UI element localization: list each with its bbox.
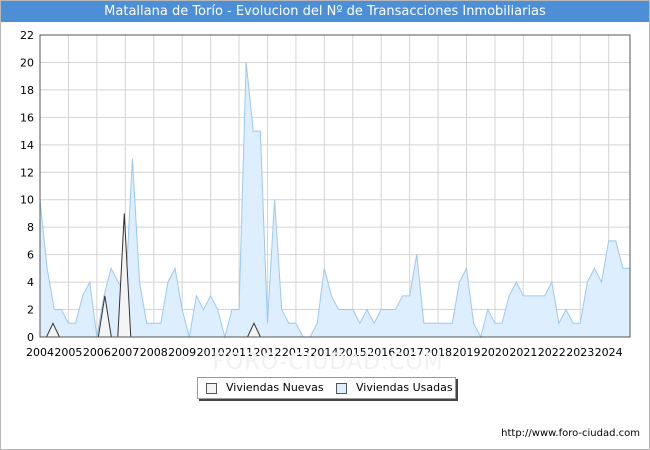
x-tick-label: 2004 (26, 346, 54, 359)
x-tick-label: 2022 (538, 346, 566, 359)
y-tick-label: 14 (20, 139, 34, 152)
y-tick-label: 20 (20, 56, 34, 69)
y-tick-label: 4 (27, 276, 34, 289)
y-tick-label: 6 (27, 249, 34, 262)
legend-swatch-usadas (336, 382, 347, 394)
x-tick-label: 2005 (54, 346, 82, 359)
y-tick-label: 12 (20, 166, 34, 179)
x-tick-label: 2024 (595, 346, 623, 359)
y-tick-label: 10 (20, 194, 34, 207)
legend: Viviendas Nuevas Viviendas Usadas (197, 377, 456, 399)
x-tick-label: 2006 (83, 346, 111, 359)
x-tick-label: 2023 (566, 346, 594, 359)
y-tick-label: 18 (20, 84, 34, 97)
legend-swatch-nuevas (206, 382, 217, 394)
y-tick-label: 22 (20, 29, 34, 42)
y-tick-label: 2 (27, 304, 34, 317)
watermark: FORO-CIUDAD.COM (212, 350, 444, 375)
y-axis-ticks: 0 2 4 6 8 10 12 14 16 18 20 22 (20, 29, 34, 344)
legend-item-usadas: Viviendas Usadas (336, 378, 453, 398)
legend-item-nuevas: Viviendas Nuevas (206, 378, 324, 398)
y-tick-label: 16 (20, 111, 34, 124)
legend-label-nuevas: Viviendas Nuevas (226, 381, 324, 394)
y-tick-label: 8 (27, 221, 34, 234)
legend-label-usadas: Viviendas Usadas (356, 381, 453, 394)
y-tick-label: 0 (27, 331, 34, 344)
source-link[interactable]: http://www.foro-ciudad.com (501, 428, 640, 439)
